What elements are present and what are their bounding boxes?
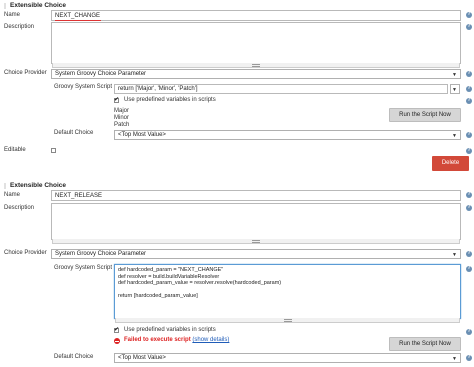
choice-provider-label: Choice Provider [4,70,47,76]
predefined-vars-checkbox[interactable] [114,96,119,103]
groovy-script-field[interactable]: return ['Major', 'Minor', 'Patch'] [114,84,448,94]
default-choice-label: Default Choice [54,130,94,136]
chevron-down-icon: ▼ [452,72,457,78]
default-choice-label: Default Choice [54,354,94,360]
description-field[interactable] [51,22,461,68]
help-icon[interactable] [466,328,472,335]
drag-handle-icon[interactable] [4,183,6,189]
spellcheck-underline [55,20,101,21]
drag-handle-icon[interactable] [4,3,6,9]
run-script-button[interactable]: Run the Script Now [389,108,461,122]
help-icon[interactable] [466,265,472,272]
name-label: Name [4,12,21,18]
description-label: Description [4,24,35,30]
help-icon[interactable] [466,131,472,138]
script-result-line: Minor [114,115,130,121]
help-icon[interactable] [466,11,472,18]
default-choice-value: <Top Most Value> [118,132,166,138]
error-icon [114,338,120,344]
choice-provider-value: System Groovy Choice Parameter [55,71,147,77]
chevron-down-icon: ▼ [452,252,457,258]
help-icon[interactable] [466,70,472,77]
groovy-script-label: Groovy System Script [54,84,113,90]
show-details-link[interactable]: (show details) [192,337,229,343]
error-message: Failed to execute script (show details) [124,337,229,343]
resize-grip[interactable] [52,63,460,68]
script-line: return [hardcoded_param_value] [118,293,198,299]
editable-label: Editable [4,147,26,153]
chevron-down-icon: ▼ [452,87,457,93]
default-choice-value: <Top Most Value> [118,355,166,361]
resize-grip[interactable] [115,318,460,323]
groovy-script-value: return ['Major', 'Minor', 'Patch'] [118,86,198,92]
section-header: Extensible Choice [10,182,66,189]
choice-provider-select[interactable]: System Groovy Choice Parameter ▼ [51,69,461,79]
choice-provider-select[interactable]: System Groovy Choice Parameter ▼ [51,249,461,259]
choice-provider-value: System Groovy Choice Parameter [55,251,147,257]
choice-provider-label: Choice Provider [4,250,47,256]
help-icon[interactable] [466,147,472,154]
script-result-line: Patch [114,122,130,128]
error-text: Failed to execute script [124,337,191,343]
section-header: Extensible Choice [10,2,66,9]
help-icon[interactable] [466,23,472,30]
help-icon[interactable] [466,191,472,198]
predefined-vars-label: Use predefined variables in scripts [124,327,216,333]
groovy-script-label: Groovy System Script [54,265,113,271]
help-icon[interactable] [466,250,472,257]
default-choice-select[interactable]: <Top Most Value> ▼ [114,130,461,140]
name-field[interactable]: NEXT_CHANGE [51,10,461,21]
chevron-down-icon: ▼ [452,133,457,139]
description-label: Description [4,205,35,211]
resize-grip[interactable] [52,239,460,244]
name-label: Name [4,192,21,198]
predefined-vars-label: Use predefined variables in scripts [124,97,216,103]
name-value: NEXT_CHANGE [55,13,101,19]
description-field[interactable] [51,203,461,244]
help-icon[interactable] [466,354,472,361]
script-result-line: Major [114,108,130,114]
help-icon[interactable] [466,204,472,211]
delete-button[interactable]: Delete [432,156,469,171]
chevron-down-icon: ▼ [452,356,457,362]
help-icon[interactable] [466,97,472,104]
name-field[interactable]: NEXT_RELEASE [51,190,461,201]
predefined-vars-checkbox[interactable] [114,326,119,333]
name-value: NEXT_RELEASE [55,193,103,199]
help-icon[interactable] [466,85,472,92]
groovy-script-editor[interactable]: def hardcoded_param = "NEXT_CHANGE" def … [114,264,461,323]
default-choice-select[interactable]: <Top Most Value> ▼ [114,353,461,363]
editable-checkbox[interactable] [51,148,56,153]
expand-script-button[interactable]: ▼ [450,84,460,94]
run-script-button[interactable]: Run the Script Now [389,337,461,351]
